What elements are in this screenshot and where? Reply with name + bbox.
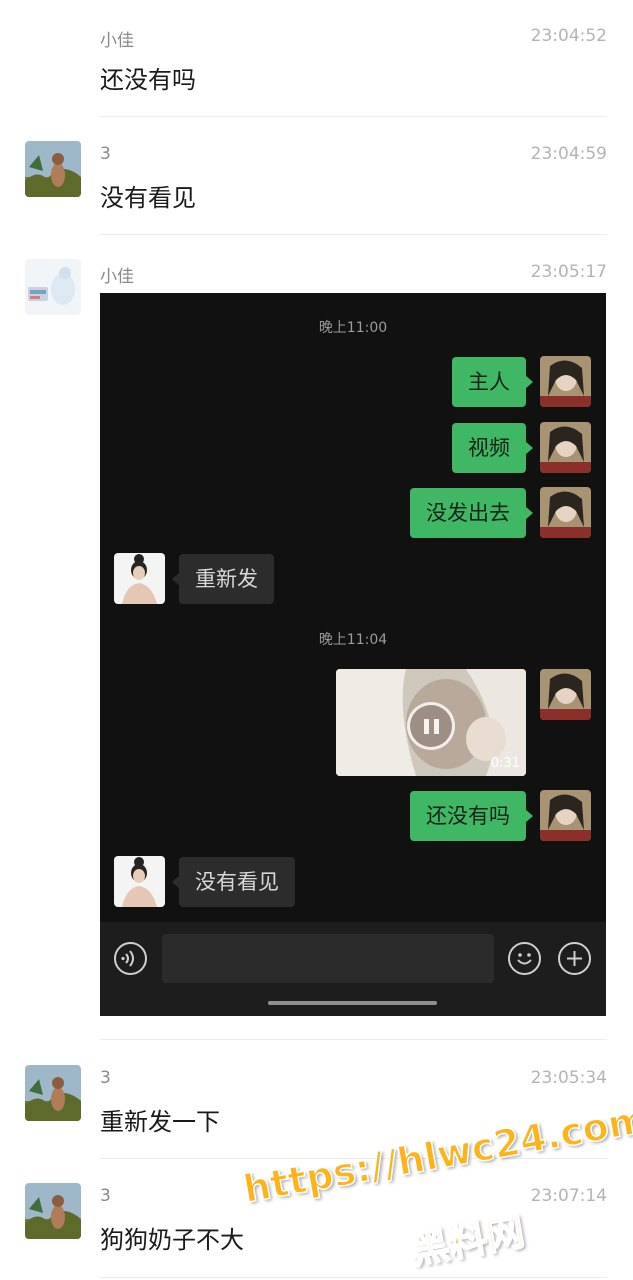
screenshot-video-thumbnail: 0:31 (336, 669, 526, 776)
avatar[interactable] (25, 1065, 81, 1121)
divider (100, 234, 607, 235)
play-pause-icon (407, 702, 455, 750)
voice-icon (114, 942, 147, 975)
message-text[interactable]: 狗狗奶子不大 (100, 1220, 244, 1255)
sender-name: 3 (100, 1068, 111, 1088)
avatar[interactable] (25, 1183, 81, 1239)
screenshot-bubble-sent: 没发出去 (410, 488, 533, 538)
message-text[interactable]: 没有看见 (100, 178, 196, 213)
message-time: 23:05:17 (530, 262, 607, 282)
chat-screenshot-image[interactable]: 晚上11:00 主人 视频 没发出去 重新发 晚上11:04 0:31 还没有吗 (100, 293, 606, 1016)
home-indicator (268, 1001, 437, 1005)
plus-icon (558, 942, 591, 975)
message-text[interactable]: 重新发一下 (100, 1102, 220, 1137)
message-row: 3 23:07:14 狗狗奶子不大 (0, 1160, 633, 1280)
emoji-icon (508, 942, 541, 975)
sender-name: 小佳 (100, 267, 134, 287)
divider (100, 116, 607, 117)
screenshot-avatar-self (540, 487, 591, 538)
divider (100, 1277, 607, 1278)
screenshot-avatar-other (114, 856, 165, 907)
screenshot-bubble-sent: 还没有吗 (410, 791, 533, 841)
screenshot-avatar-self (540, 790, 591, 841)
screenshot-bubble-sent: 视频 (452, 423, 533, 473)
sender-name: 3 (100, 1186, 111, 1206)
message-time: 23:07:14 (530, 1186, 607, 1206)
message-time: 23:05:34 (530, 1068, 607, 1088)
divider (100, 1039, 607, 1040)
screenshot-timestamp: 晚上11:04 (318, 632, 388, 648)
screenshot-avatar-other (114, 553, 165, 604)
screenshot-avatar-self (540, 356, 591, 407)
message-time: 23:04:59 (530, 144, 607, 164)
screenshot-avatar-self (540, 669, 591, 720)
sender-name: 小佳 (100, 31, 134, 51)
screenshot-bubble-received: 没有看见 (172, 857, 295, 907)
avatar[interactable] (25, 141, 81, 197)
message-row: 小佳 23:04:52 还没有吗 (0, 0, 633, 118)
message-row: 3 23:05:34 重新发一下 (0, 1042, 633, 1160)
message-time: 23:04:52 (530, 26, 607, 46)
screenshot-bubble-received: 重新发 (172, 554, 274, 604)
screenshot-bubble-sent: 主人 (452, 357, 533, 407)
screenshot-input-bar (100, 922, 606, 1016)
screenshot-avatar-self (540, 422, 591, 473)
message-row: 3 23:04:59 没有看见 (0, 118, 633, 236)
screenshot-timestamp: 晚上11:00 (318, 320, 388, 336)
message-text[interactable]: 还没有吗 (100, 60, 196, 95)
sender-name: 3 (100, 144, 111, 164)
video-duration: 0:31 (490, 756, 520, 771)
screenshot-text-field (162, 934, 494, 983)
divider (100, 1158, 607, 1159)
avatar[interactable] (25, 259, 81, 315)
